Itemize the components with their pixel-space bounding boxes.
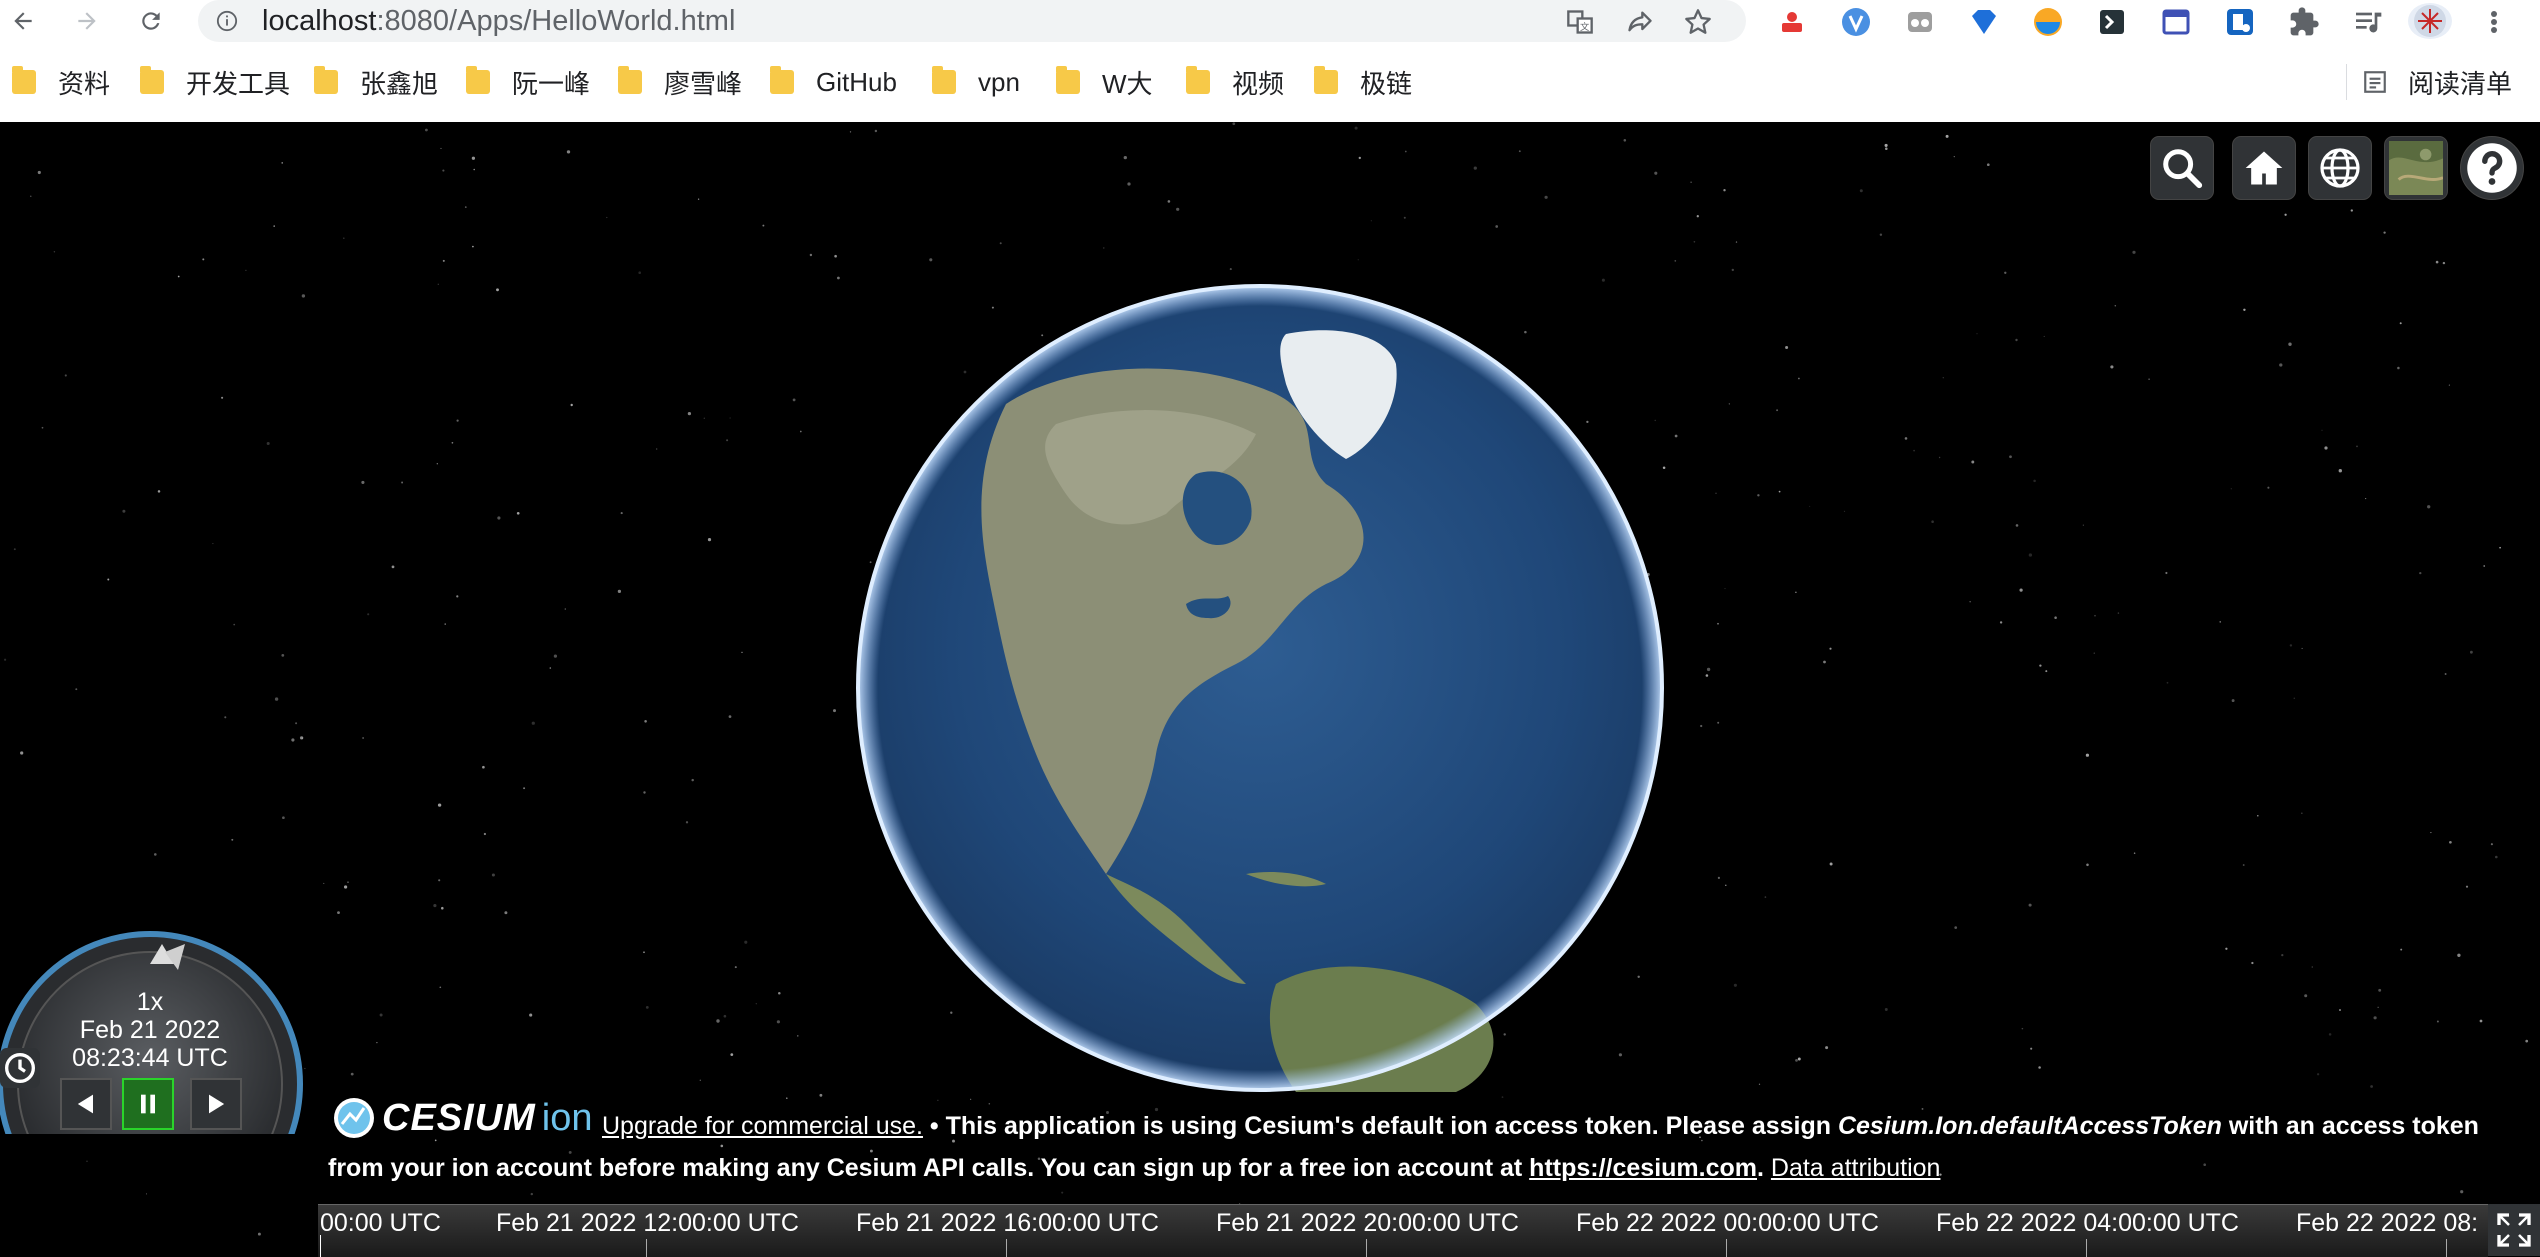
arrow-right-icon bbox=[78, 12, 96, 30]
imagery-thumbnail-icon bbox=[2389, 141, 2443, 195]
timeline-label: Feb 21 2022 16:00:00 UTC bbox=[856, 1209, 1159, 1237]
bookmark-folder[interactable]: 极链 bbox=[1314, 64, 1412, 100]
address-bar[interactable]: localhost:8080/Apps/HelloWorld.html 文 bbox=[198, 0, 1746, 42]
reading-list-icon bbox=[2364, 71, 2386, 93]
fullscreen-button[interactable] bbox=[2488, 1204, 2540, 1256]
folder-icon bbox=[314, 66, 338, 94]
play-icon bbox=[209, 1094, 225, 1114]
bookmark-folder[interactable]: 张鑫旭 bbox=[314, 64, 438, 100]
timeline[interactable]: 00:00 UTC Feb 21 2022 12:00:00 UTC Feb 2… bbox=[318, 1204, 2488, 1257]
folder-icon bbox=[618, 66, 642, 94]
bookmark-folder[interactable]: 阮一峰 bbox=[466, 64, 590, 100]
timeline-needle[interactable] bbox=[320, 1235, 321, 1257]
translate-icon[interactable]: 文 bbox=[1566, 8, 1594, 36]
question-icon bbox=[2467, 143, 2517, 193]
cesium-site-link[interactable]: https://cesium.com bbox=[1529, 1154, 1757, 1182]
bookmarks-divider bbox=[2346, 64, 2347, 100]
timeline-tick bbox=[1726, 1239, 1727, 1257]
svg-text:文: 文 bbox=[1580, 21, 1589, 33]
home-icon bbox=[2245, 151, 2283, 185]
timeline-tick bbox=[2446, 1239, 2447, 1257]
forward-button[interactable] bbox=[70, 4, 104, 38]
extension-window-icon[interactable] bbox=[2160, 6, 2192, 38]
timeline-label: Feb 22 2022 04:00:00 UTC bbox=[1936, 1209, 2239, 1237]
bookmark-folder[interactable]: vpn bbox=[932, 64, 1020, 100]
timeline-label: Feb 21 2022 12:00:00 UTC bbox=[496, 1209, 799, 1237]
folder-icon bbox=[1056, 66, 1080, 94]
cesium-viewer[interactable] bbox=[0, 122, 2540, 1256]
browser-toolbar: localhost:8080/Apps/HelloWorld.html 文 bbox=[0, 0, 2540, 42]
arrow-left-icon bbox=[14, 12, 32, 30]
profile-avatar[interactable] bbox=[2408, 3, 2452, 39]
navigation-help-button[interactable] bbox=[2460, 136, 2524, 200]
extension-terminal-icon[interactable] bbox=[2096, 6, 2128, 38]
bookmark-folder[interactable]: 视频 bbox=[1186, 64, 1284, 100]
back-button[interactable] bbox=[6, 4, 40, 38]
credit-text-line2: from your ion account before making any … bbox=[328, 1154, 1941, 1182]
earth-globe bbox=[856, 284, 1664, 1092]
folder-icon bbox=[466, 66, 490, 94]
timeline-label: Feb 22 2022 08: bbox=[2296, 1209, 2479, 1237]
geocoder-search-button[interactable] bbox=[2150, 136, 2214, 200]
animation-date: Feb 21 2022 bbox=[79, 1016, 221, 1044]
fullscreen-icon bbox=[2497, 1213, 2531, 1247]
kebab-menu-icon[interactable] bbox=[2480, 6, 2508, 38]
bookmark-folder[interactable]: W大 bbox=[1056, 64, 1153, 100]
home-button[interactable] bbox=[2232, 136, 2296, 200]
search-icon bbox=[2163, 149, 2203, 189]
bookmark-folder[interactable]: 廖雪峰 bbox=[618, 64, 742, 100]
bookmark-folder[interactable]: 开发工具 bbox=[140, 64, 290, 100]
globe-icon bbox=[2320, 148, 2360, 188]
timeline-tick bbox=[1366, 1239, 1367, 1257]
bookmark-folder[interactable]: GitHub bbox=[770, 64, 897, 100]
upgrade-link[interactable]: Upgrade for commercial use. bbox=[602, 1112, 923, 1140]
credit-text-line1: Upgrade for commercial use. • This appli… bbox=[602, 1112, 2479, 1140]
pause-icon bbox=[141, 1094, 155, 1114]
reload-button[interactable] bbox=[134, 4, 168, 38]
play-reverse-icon bbox=[77, 1094, 93, 1114]
info-icon[interactable] bbox=[216, 10, 238, 32]
timeline-label: 00:00 UTC bbox=[320, 1209, 441, 1237]
bookmark-star-icon[interactable] bbox=[1684, 8, 1712, 36]
bookmark-folder[interactable]: 资料 bbox=[12, 64, 110, 100]
extension-colorful-icon[interactable] bbox=[2032, 6, 2064, 38]
folder-icon bbox=[1314, 66, 1338, 94]
bookmarks-bar: 资料 开发工具 张鑫旭 阮一峰 廖雪峰 GitHub vpn W大 视频 极链 … bbox=[0, 42, 2540, 123]
globe[interactable] bbox=[856, 284, 1664, 1092]
puzzle-icon[interactable] bbox=[2288, 6, 2320, 38]
scene-mode-button[interactable] bbox=[2308, 136, 2372, 200]
extension-diamond-icon[interactable] bbox=[1968, 6, 2000, 38]
folder-icon bbox=[12, 66, 36, 94]
url-text[interactable]: localhost:8080/Apps/HelloWorld.html bbox=[262, 5, 735, 38]
extension-red-icon[interactable] bbox=[1776, 6, 1808, 38]
data-attribution-link[interactable]: Data attribution bbox=[1771, 1154, 1941, 1182]
timeline-label: Feb 21 2022 20:00:00 UTC bbox=[1216, 1209, 1519, 1237]
base-layer-picker-button[interactable] bbox=[2384, 136, 2448, 200]
animation-speed: 1x bbox=[136, 988, 164, 1016]
folder-icon bbox=[770, 66, 794, 94]
folder-icon bbox=[1186, 66, 1210, 94]
folder-icon bbox=[140, 66, 164, 94]
timeline-label: Feb 22 2022 00:00:00 UTC bbox=[1576, 1209, 1879, 1237]
play-reverse-button[interactable] bbox=[60, 1078, 112, 1130]
media-queue-icon[interactable] bbox=[2352, 6, 2384, 38]
timeline-tick bbox=[1006, 1239, 1007, 1257]
timeline-tick bbox=[2086, 1239, 2087, 1257]
extension-blue-v-icon[interactable] bbox=[1840, 6, 1872, 38]
pause-button[interactable] bbox=[122, 1078, 174, 1130]
reload-icon bbox=[142, 12, 160, 30]
animation-time: 08:23:44 UTC bbox=[72, 1044, 228, 1072]
folder-icon bbox=[932, 66, 956, 94]
extension-glasses-icon[interactable] bbox=[1904, 6, 1936, 38]
cesium-ion-logo[interactable]: CESIUM ion bbox=[330, 1092, 593, 1144]
play-forward-button[interactable] bbox=[190, 1078, 242, 1130]
share-icon[interactable] bbox=[1626, 8, 1654, 36]
reading-list-button[interactable]: 阅读清单 bbox=[2362, 64, 2512, 100]
timeline-tick bbox=[646, 1239, 647, 1257]
extension-blue-square-icon[interactable] bbox=[2224, 6, 2256, 38]
cesium-logo-icon bbox=[334, 1098, 374, 1138]
